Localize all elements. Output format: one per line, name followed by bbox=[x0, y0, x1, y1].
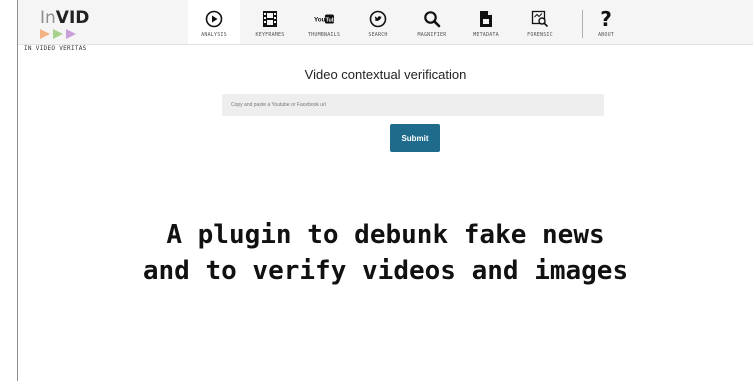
nav-label: THUMBNAILS bbox=[307, 32, 341, 38]
url-input[interactable]: Copy and paste a Youtube or Facebook url bbox=[222, 94, 604, 116]
question-icon: ? bbox=[600, 7, 612, 31]
nav-item-magnifier[interactable]: MAGNIFIER bbox=[406, 0, 458, 44]
nav-label: FORENSIC bbox=[527, 32, 553, 38]
nav-item-forensic[interactable]: FORENSIC bbox=[514, 0, 566, 44]
nav-item-keyframes[interactable]: KEYFRAMES bbox=[244, 0, 296, 44]
logo-triangles-icon bbox=[40, 29, 76, 39]
url-input-placeholder: Copy and paste a Youtube or Facebook url bbox=[231, 102, 326, 108]
film-icon bbox=[260, 9, 280, 29]
document-icon bbox=[476, 9, 496, 29]
twitter-circle-icon bbox=[368, 9, 388, 29]
tagline: A plugin to debunk fake news and to veri… bbox=[18, 217, 753, 289]
nav-item-analysis[interactable]: ANALYSIS bbox=[188, 0, 240, 44]
nav-label: SEARCH bbox=[368, 32, 388, 38]
nav-item-thumbnails[interactable]: YouTube THUMBNAILS bbox=[298, 0, 350, 44]
nav-item-search[interactable]: SEARCH bbox=[352, 0, 404, 44]
logo-name: VID bbox=[55, 8, 90, 28]
invid-logo[interactable]: InVID IN VIDEO VERITAS bbox=[24, 4, 144, 53]
youtube-icon: YouTube bbox=[314, 9, 334, 29]
magnifier-icon bbox=[422, 9, 442, 29]
forensic-icon bbox=[530, 9, 550, 29]
nav-label: METADATA bbox=[473, 32, 499, 38]
page-title: Video contextual verification bbox=[304, 67, 467, 82]
nav-label: KEYFRAMES bbox=[255, 32, 285, 38]
svg-text:You: You bbox=[314, 17, 326, 24]
play-circle-icon bbox=[204, 9, 224, 29]
logo-subtitle: IN VIDEO VERITAS bbox=[24, 45, 87, 52]
nav-label: ANALYSIS bbox=[201, 32, 227, 38]
nav-label: ABOUT bbox=[597, 32, 615, 38]
tagline-line-1: A plugin to debunk fake news bbox=[166, 220, 605, 250]
logo-prefix: In bbox=[40, 8, 56, 28]
nav-divider bbox=[582, 10, 583, 38]
tagline-line-2: and to verify videos and images bbox=[142, 256, 629, 286]
nav-item-about[interactable]: ? ABOUT bbox=[580, 0, 632, 44]
logo-text: InVID bbox=[40, 10, 89, 27]
top-navigation-bar: InVID IN VIDEO VERITAS ANALYSIS KEYFRAME… bbox=[18, 0, 753, 53]
app-frame: InVID IN VIDEO VERITAS ANALYSIS KEYFRAME… bbox=[17, 0, 753, 381]
nav-item-metadata[interactable]: METADATA bbox=[460, 0, 512, 44]
submit-button[interactable]: Submit bbox=[390, 124, 440, 152]
nav-label: MAGNIFIER bbox=[417, 32, 447, 38]
svg-text:Tube: Tube bbox=[326, 17, 334, 23]
